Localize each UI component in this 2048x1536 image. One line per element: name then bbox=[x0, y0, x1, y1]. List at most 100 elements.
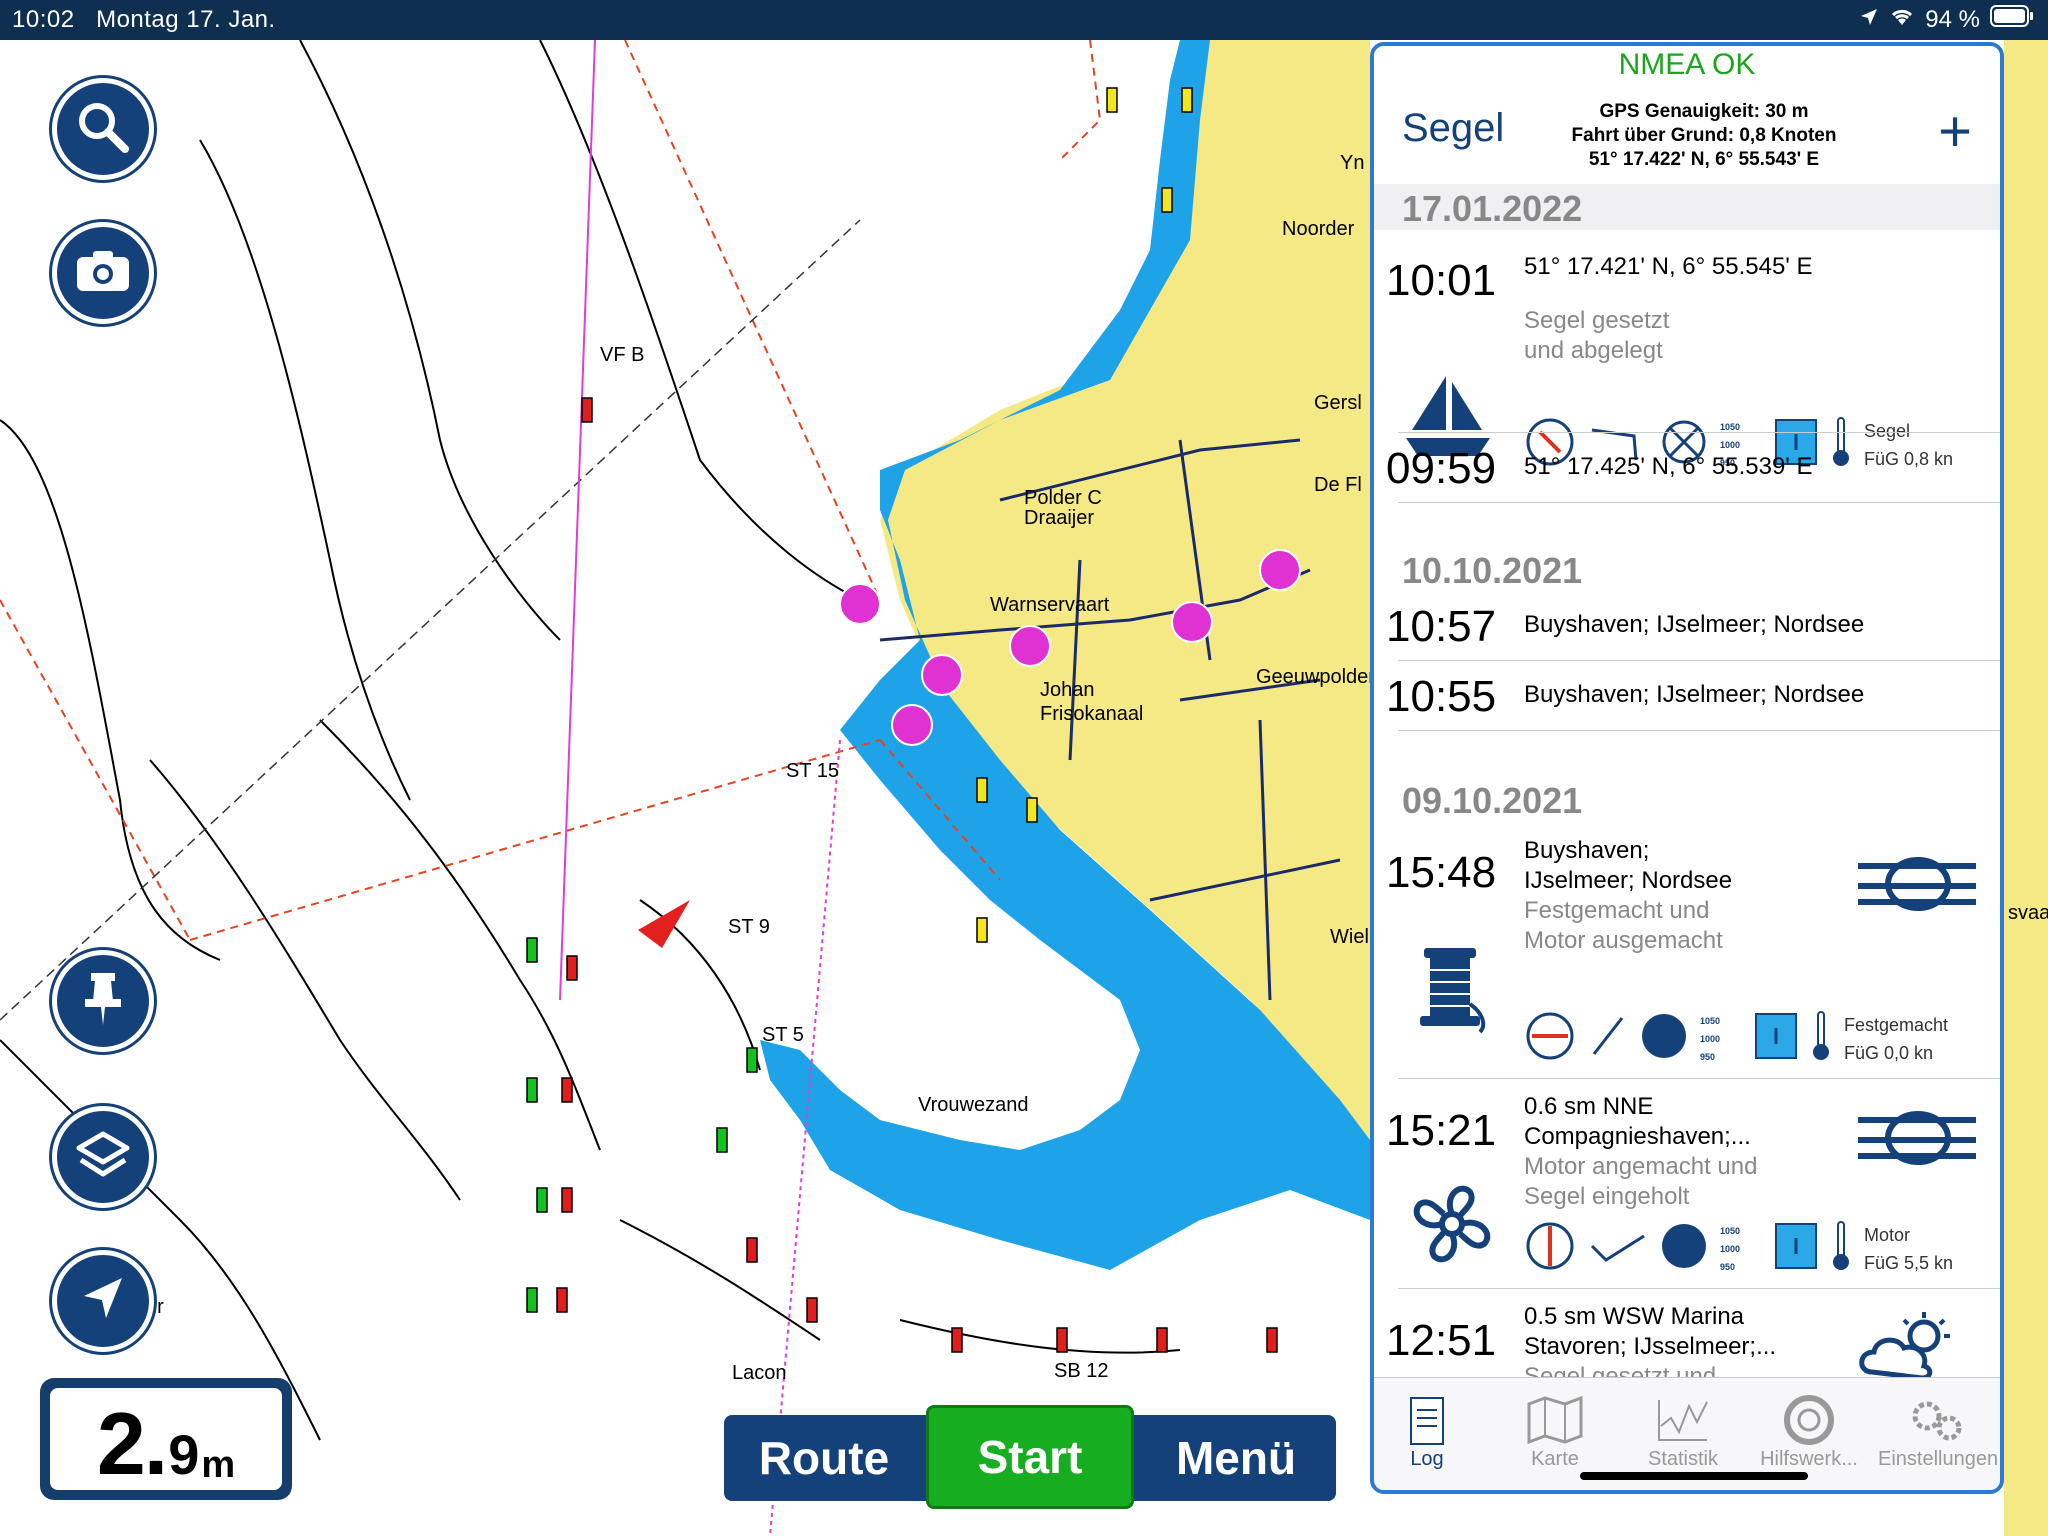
cloud-cover-icon bbox=[1660, 1222, 1708, 1275]
trend-line-icon bbox=[1588, 1014, 1628, 1063]
entry-location: Buyshaven; IJselmeer; Nordsee bbox=[1524, 681, 1865, 708]
navigation-arrow-icon bbox=[78, 1274, 128, 1329]
mooring-rope-icon bbox=[1852, 1100, 1982, 1181]
date-label: 10.10.2021 bbox=[1402, 550, 1583, 591]
chart-label-vrouwezand: Vrouwezand bbox=[918, 1094, 1029, 1116]
divider bbox=[1398, 660, 2000, 661]
chart-label-sb12: SB 12 bbox=[1054, 1360, 1109, 1382]
tab-log[interactable]: Log bbox=[1374, 1392, 1486, 1471]
entry-note: Festgemacht und Motor ausgemacht bbox=[1524, 896, 1723, 956]
home-indicator bbox=[1580, 1472, 1808, 1480]
depth-value: 2. bbox=[96, 1394, 168, 1493]
compass-icon bbox=[1524, 1010, 1576, 1067]
tab-label: Statistik bbox=[1647, 1448, 1719, 1470]
tab-label: Hilfswerk... bbox=[1760, 1448, 1858, 1470]
speed-over-ground: Fahrt über Grund: 0,8 Knoten bbox=[1571, 125, 1837, 146]
chart-label-wiel: Wiel bbox=[1330, 926, 1369, 948]
pin-button[interactable] bbox=[52, 950, 154, 1052]
entry-location: Buyshaven; IJselmeer; Nordsee bbox=[1524, 836, 1732, 896]
chart-label-st5: ST 5 bbox=[762, 1024, 804, 1046]
entry-fug: FüG 5,5 kn bbox=[1864, 1252, 1954, 1273]
tab-statistik[interactable]: Statistik bbox=[1624, 1392, 1742, 1471]
entry-note-line: Motor angemacht und bbox=[1524, 1153, 1758, 1180]
pin-icon bbox=[81, 971, 125, 1032]
log-entry[interactable]: 10:01 51° 17.421' N, 6° 55.545' E Segel … bbox=[1374, 230, 2000, 469]
status-datetime: 10:02 Montag 17. Jan. bbox=[12, 6, 276, 34]
chart-label-noorder: Noorder bbox=[1282, 218, 1355, 240]
route-button[interactable]: Route bbox=[724, 1415, 924, 1501]
tab-bar: Log Karte Statistik Hilfswerk... Einstel… bbox=[1374, 1377, 2000, 1490]
rope-spool-icon bbox=[1410, 944, 1490, 1039]
trend-line-icon bbox=[1588, 1226, 1648, 1271]
depth-display: 2. 9 m bbox=[40, 1378, 292, 1500]
gps-position: 51° 17.422' N, 6° 55.543' E bbox=[1588, 149, 1820, 170]
propeller-icon bbox=[1404, 1176, 1500, 1277]
depth-unit: m bbox=[201, 1444, 236, 1486]
log-header: NMEA OK Segel GPS Genauigkeit: 30 m Fahr… bbox=[1374, 46, 2000, 185]
chart-label-polder: Polder C Draaijer bbox=[1024, 487, 1102, 529]
tab-einstellungen[interactable]: Einstellungen bbox=[1878, 1392, 1998, 1471]
chart-label-warnservaart: Warnservaart bbox=[990, 594, 1110, 616]
entry-mode-speed: Motor FüG 5,5 kn bbox=[1864, 1221, 1953, 1277]
divider bbox=[1398, 502, 2000, 503]
entry-fug: FüG 0,0 kn bbox=[1844, 1042, 1934, 1063]
bottom-action-bar: Route Start Menü bbox=[724, 1405, 1336, 1509]
entry-location-line: Compagnieshaven;... bbox=[1524, 1123, 1751, 1150]
log-entry[interactable]: 15:48 Buyshaven; IJselmeer; Nordsee Fest… bbox=[1374, 822, 2000, 1079]
entry-instruments: 1050 1000 950 Festgemacht FüG 0,0 kn bbox=[1524, 1010, 1948, 1067]
tab-karte[interactable]: Karte bbox=[1496, 1392, 1614, 1471]
divider bbox=[1398, 1078, 2000, 1079]
gps-accuracy: GPS Genauigkeit: 30 m bbox=[1599, 101, 1809, 122]
chart-label-svaa: svaa bbox=[2008, 902, 2048, 924]
logbook-tab-icon bbox=[1374, 1392, 1486, 1448]
entry-time: 12:51 bbox=[1386, 1316, 1497, 1365]
compass-icon bbox=[1524, 1220, 1576, 1277]
menu-button[interactable]: Menü bbox=[1136, 1415, 1336, 1501]
search-button[interactable] bbox=[52, 78, 154, 180]
tab-hilfswerkzeuge[interactable]: Hilfswerk... bbox=[1750, 1392, 1868, 1471]
location-arrow-icon bbox=[1859, 6, 1879, 34]
log-entry[interactable]: 15:21 0.6 sm NNE Compagnieshaven;... Mot… bbox=[1374, 1080, 2000, 1290]
baro-value: 1000 bbox=[1700, 1033, 1721, 1044]
log-entry[interactable]: 09:59 51° 17.425' N, 6° 55.539' E bbox=[1374, 434, 2000, 504]
wifi-icon bbox=[1889, 6, 1915, 34]
battery-percent: 94 % bbox=[1925, 5, 1980, 33]
status-right: 94 % bbox=[1859, 5, 2034, 34]
settings-gears-icon bbox=[1878, 1392, 1996, 1448]
divider bbox=[1398, 432, 2000, 433]
baro-value: 1000 bbox=[1720, 1243, 1741, 1254]
entry-location-line: IJselmeer; Nordsee bbox=[1524, 867, 1733, 894]
own-vessel-icon bbox=[638, 900, 690, 948]
entry-instruments: 1050 1000 950 Motor FüG 5,5 kn bbox=[1524, 1220, 1953, 1277]
map-tab-icon bbox=[1496, 1392, 1614, 1448]
page-title: Segel bbox=[1402, 106, 1505, 150]
layers-button[interactable] bbox=[52, 1106, 154, 1208]
date-header: 09.10.2021 bbox=[1374, 776, 2000, 822]
baro-value: 950 bbox=[1720, 1261, 1736, 1272]
chart-label-lacon: Lacon bbox=[732, 1362, 787, 1384]
entry-time: 10:57 bbox=[1386, 602, 1497, 651]
barometer-icon: 1050 1000 950 bbox=[1720, 1222, 1762, 1276]
add-entry-button[interactable]: + bbox=[1938, 103, 1972, 161]
start-button[interactable]: Start bbox=[926, 1405, 1134, 1509]
thermometer-icon bbox=[1810, 1010, 1832, 1067]
date-header: 10.10.2021 bbox=[1374, 546, 2000, 592]
camera-button[interactable] bbox=[52, 222, 154, 324]
entry-location: 0.5 sm WSW Marina Stavoren; IJsselmeer;.… bbox=[1524, 1302, 1776, 1362]
entry-mode: Festgemacht bbox=[1844, 1014, 1949, 1035]
chart-label-gersl: Gersl bbox=[1314, 392, 1362, 414]
layers-icon bbox=[75, 1130, 131, 1185]
log-entry[interactable]: 10:57 Buyshaven; IJselmeer; Nordsee bbox=[1374, 592, 2000, 662]
log-entry[interactable]: 10:55 Buyshaven; IJselmeer; Nordsee bbox=[1374, 662, 2000, 732]
entry-location-line: 0.5 sm WSW Marina bbox=[1524, 1303, 1745, 1330]
entry-note-line: Festgemacht und bbox=[1524, 897, 1710, 924]
nmea-status: NMEA OK bbox=[1618, 48, 1756, 81]
chart-label-st9: ST 9 bbox=[728, 916, 770, 938]
lifebuoy-tab-icon bbox=[1750, 1392, 1868, 1448]
chart-label-vfb: VF B bbox=[600, 344, 645, 366]
navigate-button[interactable] bbox=[52, 1250, 154, 1352]
entry-time: 10:55 bbox=[1386, 672, 1497, 721]
land-area-right bbox=[2004, 40, 2048, 1536]
logbook-icon bbox=[1754, 1012, 1798, 1065]
entry-mode-speed: Festgemacht FüG 0,0 kn bbox=[1844, 1011, 1948, 1067]
